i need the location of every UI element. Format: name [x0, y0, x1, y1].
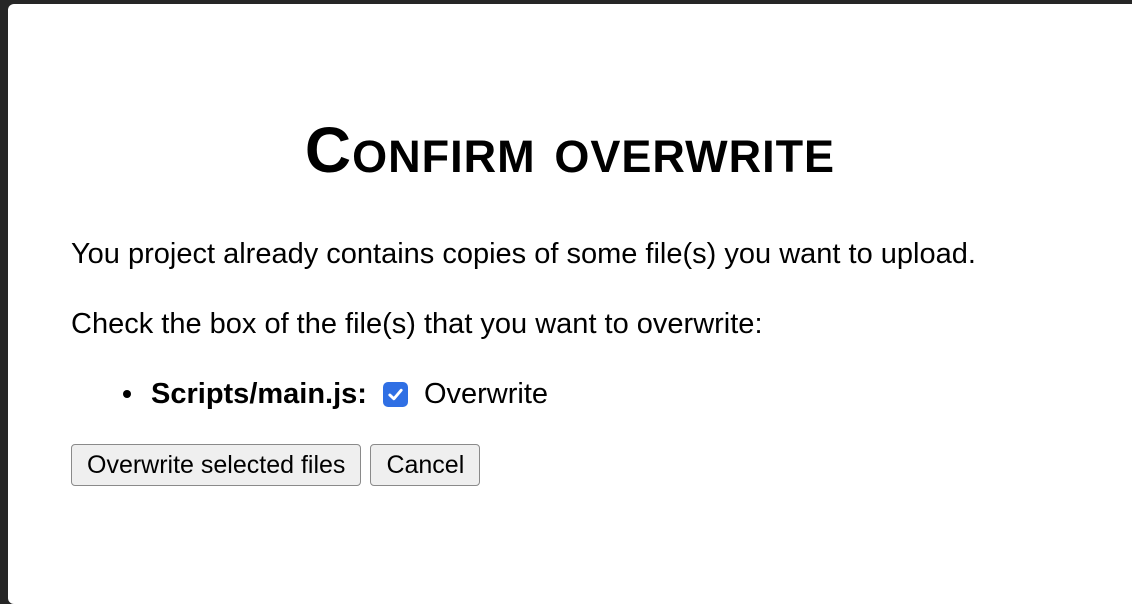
list-item: Scripts/main.js: Overwrite	[123, 377, 1132, 411]
file-list: Scripts/main.js: Overwrite	[71, 377, 1132, 411]
file-name: Scripts/main.js:	[151, 378, 367, 410]
overwrite-option-label[interactable]: Overwrite	[424, 377, 548, 411]
cancel-button[interactable]: Cancel	[370, 444, 481, 486]
overwrite-checkbox[interactable]	[382, 381, 408, 407]
checkmark-icon	[388, 388, 403, 400]
dialog-actions: Overwrite selected files Cancel	[71, 444, 1132, 486]
bullet-icon	[123, 390, 131, 398]
dialog-message: You project already contains copies of s…	[71, 238, 976, 270]
overwrite-selected-button[interactable]: Overwrite selected files	[71, 444, 362, 486]
dialog-title: Confirm overwrite	[304, 114, 836, 186]
dialog-instruction: Check the box of the file(s) that you wa…	[71, 308, 763, 340]
confirm-overwrite-dialog: Confirm overwrite You project already co…	[8, 4, 1132, 604]
